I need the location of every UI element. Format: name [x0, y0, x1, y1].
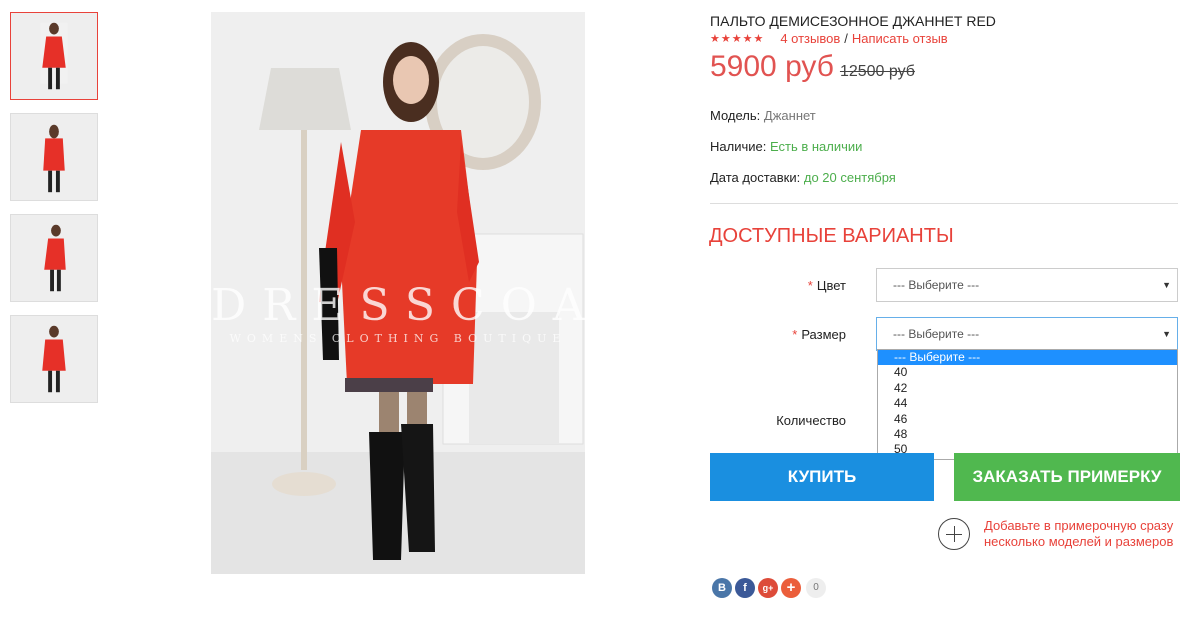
thumbnail-2[interactable] [10, 113, 98, 201]
watermark-subtitle: WOMENS CLOTHING BOUTIQUE [229, 332, 567, 345]
thumbnail-3[interactable] [10, 214, 98, 302]
vk-icon[interactable]: В [712, 578, 732, 598]
price-row: 5900 руб 12500 руб [710, 50, 915, 84]
watermark-brand: DRESSCOAT [211, 280, 585, 331]
size-option[interactable]: 48 [878, 427, 1177, 442]
divider [710, 203, 1178, 204]
delivery-value: до 20 сентября [803, 170, 896, 185]
thumbnail-image [11, 13, 97, 99]
color-label: * Цвет [807, 278, 846, 293]
order-fitting-button[interactable]: ЗАКАЗАТЬ ПРИМЕРКУ [954, 453, 1180, 501]
share-more-icon[interactable]: + [781, 578, 801, 598]
google-plus-icon[interactable]: g+ [758, 578, 778, 598]
reviews-link[interactable]: 4 отзывов [780, 31, 840, 46]
size-option[interactable]: --- Выберите --- [878, 350, 1177, 366]
model-label: Модель: [710, 108, 761, 123]
quantity-label: Количество [776, 413, 846, 428]
rating-row: ★★★★★ 4 отзывов / Написать отзыв [710, 31, 948, 46]
color-select-value: --- Выберите --- [893, 278, 980, 292]
price-old: 12500 руб [839, 63, 915, 80]
size-option[interactable]: 42 [878, 381, 1177, 396]
facebook-icon[interactable]: f [735, 578, 755, 598]
thumbnail-image [11, 215, 97, 301]
rating-separator: / [844, 31, 848, 46]
required-mark: * [807, 278, 813, 293]
model-value: Джаннет [763, 108, 816, 123]
size-option[interactable]: 40 [878, 365, 1177, 380]
size-option[interactable]: 46 [878, 412, 1177, 427]
write-review-link[interactable]: Написать отзыв [852, 31, 948, 46]
required-mark: * [792, 327, 798, 342]
buy-button[interactable]: КУПИТЬ [710, 453, 934, 501]
plus-circle-icon[interactable] [938, 518, 970, 550]
main-product-image[interactable]: DRESSCOAT WOMENS CLOTHING BOUTIQUE [211, 12, 585, 574]
delivery-info: Дата доставки: до 20 сентября [710, 170, 896, 185]
size-dropdown-list[interactable]: --- Выберите --- 40 42 44 46 48 50 [877, 349, 1178, 460]
thumbnail-image [11, 114, 97, 200]
social-share: В f g+ + 0 [712, 578, 826, 598]
add-fitting-text[interactable]: Добавьте в примерочную сразу несколько м… [984, 518, 1184, 550]
price-current: 5900 руб [710, 50, 834, 83]
availability-info: Наличие: Есть в наличии [710, 139, 862, 154]
size-option[interactable]: 44 [878, 396, 1177, 411]
color-select[interactable]: --- Выберите --- ▼ [876, 268, 1178, 302]
delivery-label: Дата доставки: [710, 170, 801, 185]
chevron-down-icon: ▼ [1162, 329, 1171, 339]
availability-value: Есть в наличии [769, 139, 863, 154]
size-label: * Размер [792, 327, 846, 342]
size-select[interactable]: --- Выберите --- ▼ [876, 317, 1178, 351]
thumbnail-image [11, 316, 97, 402]
chevron-down-icon: ▼ [1162, 280, 1171, 290]
model-info: Модель: Джаннет [710, 108, 816, 123]
variants-heading: ДОСТУПНЫЕ ВАРИАНТЫ [709, 225, 954, 247]
size-select-value: --- Выберите --- [893, 327, 980, 341]
thumbnail-1[interactable] [10, 12, 98, 100]
share-count: 0 [806, 578, 826, 598]
thumbnail-4[interactable] [10, 315, 98, 403]
availability-label: Наличие: [710, 139, 767, 154]
rating-stars-icon: ★★★★★ [710, 33, 765, 45]
add-to-fitting[interactable]: Добавьте в примерочную сразу несколько м… [938, 518, 1184, 550]
product-title: ПАЛЬТО ДЕМИСЕЗОННОЕ ДЖАННЕТ RED [710, 13, 996, 29]
